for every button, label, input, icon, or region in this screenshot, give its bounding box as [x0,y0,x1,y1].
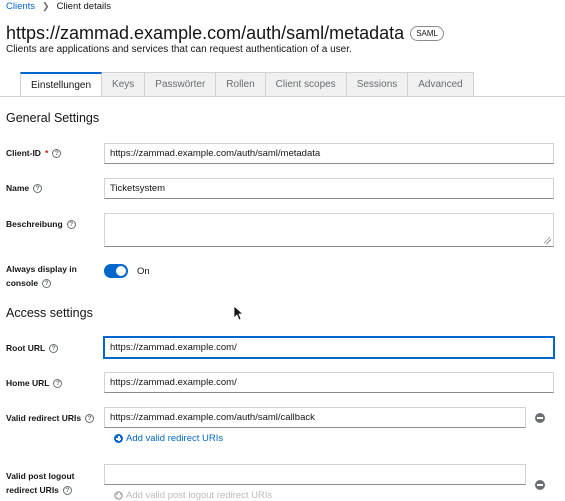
help-icon[interactable]: ? [53,378,63,388]
root-url-label-text: Root URL [6,343,46,353]
required-marker: * [44,148,49,158]
general-settings-heading: General Settings [6,111,100,125]
tab-advanced[interactable]: Advanced [408,72,474,97]
protocol-badge: SAML [410,25,444,41]
add-redirect-uri-label: Add valid redirect URIs [126,433,224,444]
help-icon[interactable]: ? [66,219,76,229]
tab-divider [0,96,565,97]
client-id-label-text: Client-ID [6,148,41,158]
tab-bar: Einstellungen Keys Passwörter Rollen Cli… [20,72,474,97]
name-input[interactable]: Ticketsystem [104,178,554,199]
help-icon[interactable]: ? [62,485,72,495]
breadcrumb: Clients ❯ Client details [6,0,111,12]
page-header: https://zammad.example.com/auth/saml/met… [6,21,444,45]
tab-rollen[interactable]: Rollen [216,72,266,97]
help-icon[interactable]: ? [85,413,95,423]
home-url-input[interactable]: https://zammad.example.com/ [104,372,554,393]
add-post-logout-uri-label: Add valid post logout redirect URIs [126,490,273,501]
tab-passwoerter[interactable]: Passwörter [145,72,217,97]
description-label: Beschreibung ? [6,217,76,231]
chevron-right-icon: ❯ [42,0,50,11]
help-icon[interactable]: ? [52,148,62,158]
post-logout-uris-label: Valid post logout redirect URIs ? [6,469,74,497]
tab-client-scopes[interactable]: Client scopes [265,72,347,97]
add-redirect-uri-button[interactable]: Add valid redirect URIs [114,433,223,444]
toggle-state-label: On [137,265,150,277]
add-post-logout-uri-button[interactable]: Add valid post logout redirect URIs [114,490,272,501]
redirect-uri-input[interactable]: https://zammad.example.com/auth/saml/cal… [104,407,526,428]
post-logout-uri-input[interactable] [104,464,526,485]
post-logout-label-line1: Valid post logout [6,471,75,481]
always-display-switch[interactable]: On [104,264,150,278]
home-url-label-text: Home URL [6,378,50,388]
name-label-text: Name [6,183,30,193]
help-icon[interactable]: ? [42,278,52,288]
remove-redirect-uri-icon[interactable] [535,413,545,423]
breadcrumb-clients-link[interactable]: Clients [6,1,35,12]
toggle-knob [116,266,126,276]
remove-post-logout-uri-icon[interactable] [535,480,545,490]
help-icon[interactable]: ? [49,343,59,353]
description-label-text: Beschreibung [6,219,63,229]
always-display-label: Always display in console ? [6,262,77,290]
client-id-label: Client-ID * ? [6,146,62,160]
breadcrumb-current: Client details [56,0,111,12]
toggle-switch[interactable] [104,264,128,278]
tab-sessions[interactable]: Sessions [346,72,409,97]
redirect-uris-label: Valid redirect URIs ? [6,411,95,425]
post-logout-label-line2: redirect URIs [6,485,59,495]
page-title: https://zammad.example.com/auth/saml/met… [6,23,405,43]
home-url-label: Home URL ? [6,376,63,390]
access-settings-heading: Access settings [6,306,93,320]
always-display-label-line2: console [6,278,39,288]
root-url-label: Root URL ? [6,341,59,355]
description-textarea[interactable] [104,213,554,247]
mouse-pointer-icon [233,305,243,321]
name-label: Name ? [6,181,43,195]
help-icon[interactable]: ? [33,183,43,193]
tab-keys[interactable]: Keys [102,72,146,97]
always-display-label-line1: Always display in [6,264,77,274]
client-id-input[interactable]: https://zammad.example.com/auth/saml/met… [104,143,554,164]
tab-einstellungen[interactable]: Einstellungen [20,72,103,97]
resize-handle-icon[interactable] [544,237,551,244]
redirect-uris-label-text: Valid redirect URIs [6,413,82,423]
root-url-input[interactable]: https://zammad.example.com/ [103,336,555,359]
plus-circle-icon [114,434,123,443]
page-subtitle: Clients are applications and services th… [6,44,352,55]
